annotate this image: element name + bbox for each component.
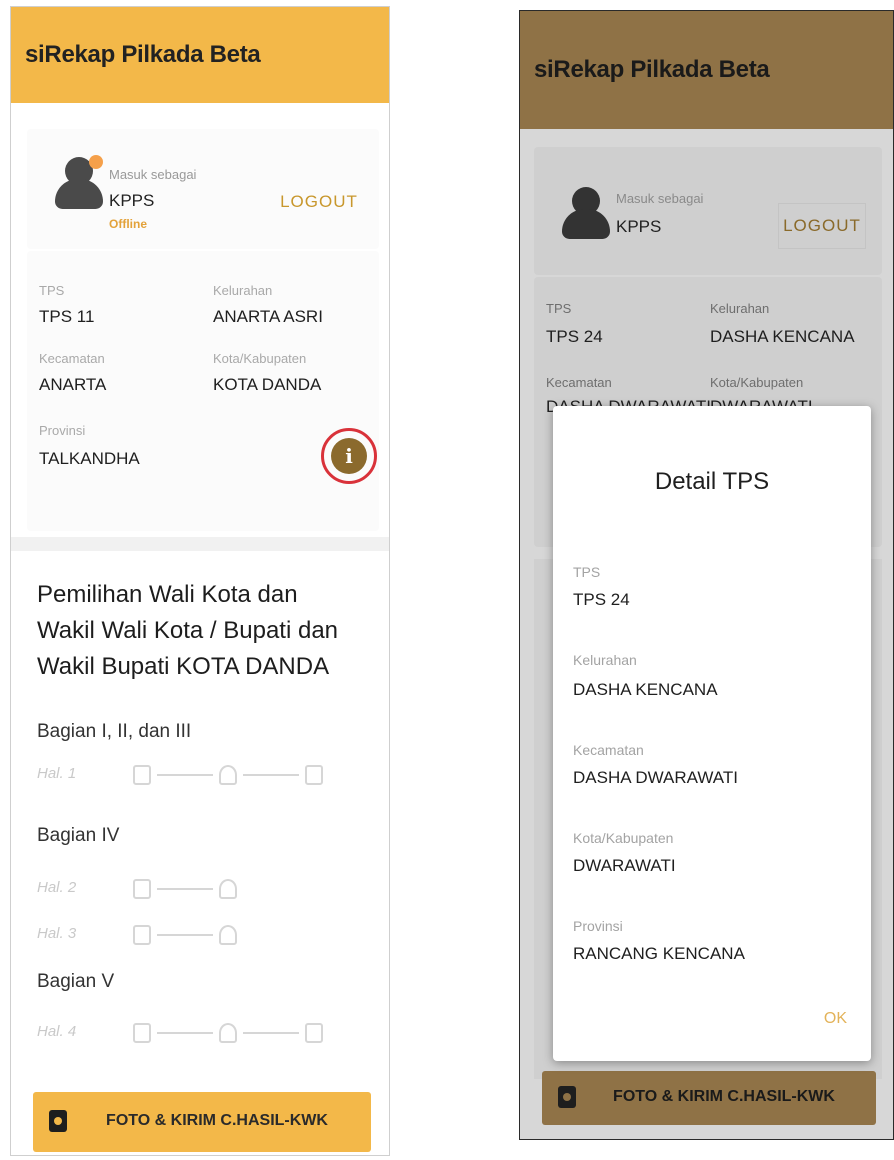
step-connector [157,774,213,776]
dialog-kelurahan-value: DASHA KENCANA [573,680,718,699]
kecamatan-value: ANARTA [39,375,107,394]
page-row[interactable]: Hal. 2 [37,875,357,905]
step-connector [157,934,213,936]
kelurahan-value: DASHA KENCANA [710,327,855,346]
dialog-provinsi-label: Provinsi [573,918,623,934]
user-card: Masuk sebagai KPPS LOGOUT [534,147,882,275]
check-step-icon [305,765,323,785]
kecamatan-label: Kecamatan [39,351,105,366]
logout-button[interactable]: LOGOUT [778,203,866,249]
section-divider [11,537,389,551]
info-icon[interactable]: i [331,438,367,474]
dialog-tps-label: TPS [573,564,601,580]
tps-value: TPS 11 [39,307,95,326]
page-row[interactable]: Hal. 4 [37,1019,357,1049]
page-label: Hal. 2 [37,879,77,896]
dialog-kota-value: DWARAWATI [573,856,676,875]
camera-step-icon [133,879,151,899]
kecamatan-label: Kecamatan [546,375,612,390]
avatar-icon [55,155,103,209]
section-title: Bagian IV [37,825,120,846]
right-screen: siRekap Pilkada Beta Masuk sebagai KPPS … [519,10,894,1140]
step-connector [243,1032,299,1034]
dialog-tps-value: TPS 24 [573,590,630,609]
dialog-provinsi-value: RANCANG KENCANA [573,944,745,963]
login-caption: Masuk sebagai [616,191,704,206]
app-bar: siRekap Pilkada Beta [11,7,389,103]
detail-tps-dialog: Detail TPS TPS TPS 24 Kelurahan DASHA KE… [553,406,871,1061]
dialog-kelurahan-label: Kelurahan [573,652,637,668]
camera-step-icon [133,1023,151,1043]
camera-step-icon [133,925,151,945]
upload-step-icon [219,765,237,785]
logout-button[interactable]: LOGOUT [275,179,363,225]
kota-label: Kota/Kabupaten [710,375,804,390]
status-dot-icon [89,155,103,169]
upload-step-icon [219,925,237,945]
page-label: Hal. 4 [37,1023,77,1040]
tps-label: TPS [39,283,65,298]
login-role: KPPS [616,217,662,236]
login-caption: Masuk sebagai [109,167,197,182]
step-connector [243,774,299,776]
kelurahan-value: ANARTA ASRI [213,307,323,326]
photo-send-button[interactable]: FOTO & KIRIM C.HASIL-KWK [542,1071,876,1125]
page-label: Hal. 3 [37,925,77,942]
step-connector [157,888,213,890]
status-badge: Offline [109,217,147,231]
user-card: Masuk sebagai KPPS Offline LOGOUT [27,129,379,249]
photo-send-label: FOTO & KIRIM C.HASIL-KWK [613,1088,835,1105]
dialog-kecamatan-value: DASHA DWARAWATI [573,768,738,787]
dialog-title: Detail TPS [654,468,770,495]
page-label: Hal. 1 [37,765,77,782]
left-screen: siRekap Pilkada Beta Masuk sebagai KPPS … [10,6,390,1156]
upload-step-icon [219,1023,237,1043]
provinsi-label: Provinsi [39,423,86,438]
app-bar: siRekap Pilkada Beta [520,11,893,129]
provinsi-value: TALKANDHA [39,449,140,468]
tps-label: TPS [546,301,572,316]
photo-send-label: FOTO & KIRIM C.HASIL-KWK [106,1112,328,1129]
check-step-icon [305,1023,323,1043]
section-title: Bagian I, II, dan III [37,721,192,742]
kelurahan-label: Kelurahan [213,283,273,298]
election-title: Pemilihan Wali Kota dan Wakil Wali Kota … [37,581,339,680]
app-title: siRekap Pilkada Beta [534,56,770,83]
step-connector [157,1032,213,1034]
ok-button[interactable]: OK [824,1010,847,1028]
upload-step-icon [219,879,237,899]
tps-info-card: TPS TPS 11 Kelurahan ANARTA ASRI Kecamat… [27,251,379,531]
photo-send-button[interactable]: FOTO & KIRIM C.HASIL-KWK [33,1092,371,1152]
app-title: siRekap Pilkada Beta [25,41,261,68]
avatar-icon [562,187,610,239]
page-row[interactable]: Hal. 1 [37,761,357,791]
section-title: Bagian V [37,971,115,992]
kota-value: KOTA DANDA [213,375,322,394]
dialog-kota-label: Kota/Kabupaten [573,830,674,846]
login-role: KPPS [109,191,155,210]
kota-label: Kota/Kabupaten [213,351,307,366]
kelurahan-label: Kelurahan [710,301,770,316]
page-row[interactable]: Hal. 3 [37,921,357,951]
camera-step-icon [133,765,151,785]
tps-value: TPS 24 [546,327,603,346]
dialog-kecamatan-label: Kecamatan [573,742,644,758]
